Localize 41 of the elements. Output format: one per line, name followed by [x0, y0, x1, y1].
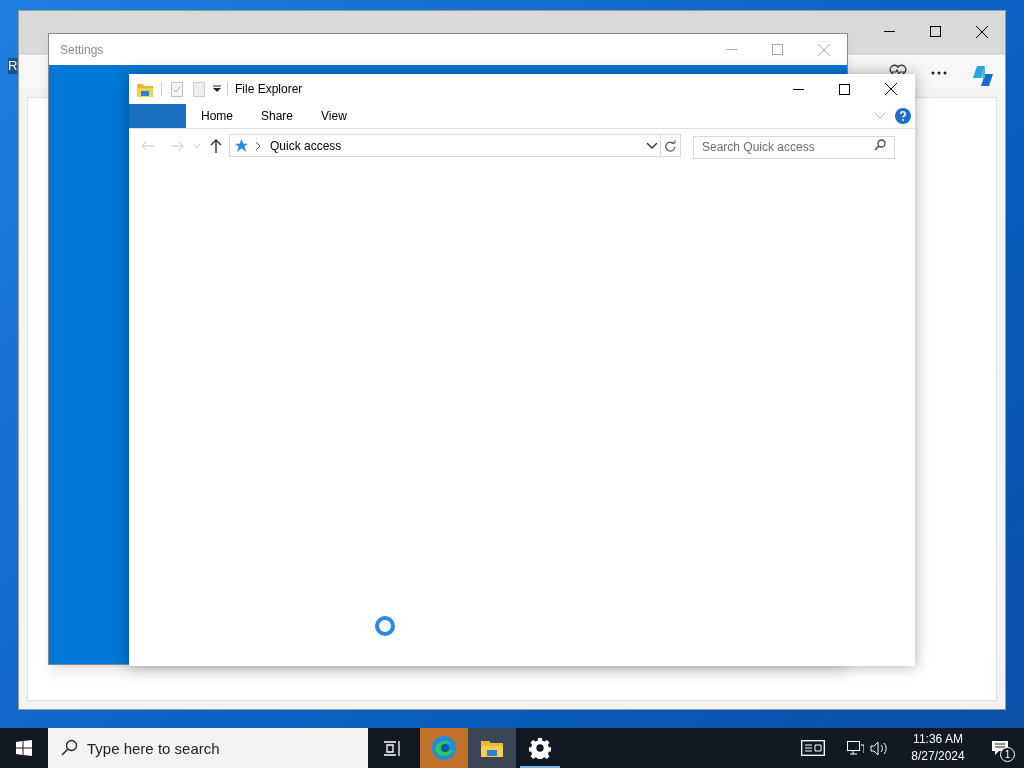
- gear-icon: [529, 737, 551, 759]
- network-icon[interactable]: [847, 740, 864, 756]
- breadcrumb-chevron-icon: [256, 141, 261, 150]
- desktop-icon-label[interactable]: R: [8, 58, 18, 74]
- windows-logo-icon: [16, 740, 32, 756]
- folder-icon: [480, 738, 504, 758]
- taskbar-app-button[interactable]: [468, 728, 516, 768]
- search-field[interactable]: Search Quick access: [693, 135, 895, 159]
- close-button[interactable]: [976, 26, 988, 38]
- address-text: Quick access: [270, 137, 342, 155]
- dropdown-arrow-icon[interactable]: [213, 85, 221, 93]
- folder-icon[interactable]: [137, 81, 153, 97]
- ribbon-tab[interactable]: Home: [194, 103, 240, 129]
- clock-time: 11:36 AM: [913, 731, 963, 748]
- ribbon-tab[interactable]: View: [314, 103, 354, 129]
- taskbar-search-field[interactable]: Type here to search: [48, 728, 368, 768]
- ribbon-tab[interactable]: Share: [254, 103, 301, 129]
- close-button[interactable]: [885, 83, 897, 95]
- help-icon[interactable]: [895, 108, 911, 124]
- dropdown-chevron-icon[interactable]: [647, 142, 657, 149]
- clock-date: 8/27/2024: [911, 748, 965, 765]
- window-title: File Explorer: [235, 81, 303, 98]
- volume-icon[interactable]: [870, 740, 888, 756]
- browser-logo-icon: [431, 735, 457, 761]
- news-icon[interactable]: [801, 740, 825, 756]
- notification-count-badge: 1: [1000, 747, 1015, 762]
- maximize-button[interactable]: [839, 83, 850, 95]
- search-icon: [61, 739, 78, 756]
- window-title: Settings: [60, 41, 104, 59]
- address-bar[interactable]: Quick access: [229, 134, 681, 157]
- maximize-button[interactable]: [930, 26, 941, 37]
- search-icon: [874, 139, 886, 151]
- assistant-logo-icon[interactable]: [971, 64, 995, 88]
- refresh-icon: [665, 139, 676, 152]
- notifications-button[interactable]: 1: [976, 728, 1024, 768]
- task-view-icon: [383, 740, 401, 756]
- heart-pulse-icon[interactable]: [889, 64, 907, 75]
- clock[interactable]: 11:36 AM 8/27/2024: [900, 728, 976, 768]
- star-icon: [234, 138, 249, 153]
- more-options-icon[interactable]: [931, 71, 947, 75]
- up-arrow-icon[interactable]: [210, 138, 222, 153]
